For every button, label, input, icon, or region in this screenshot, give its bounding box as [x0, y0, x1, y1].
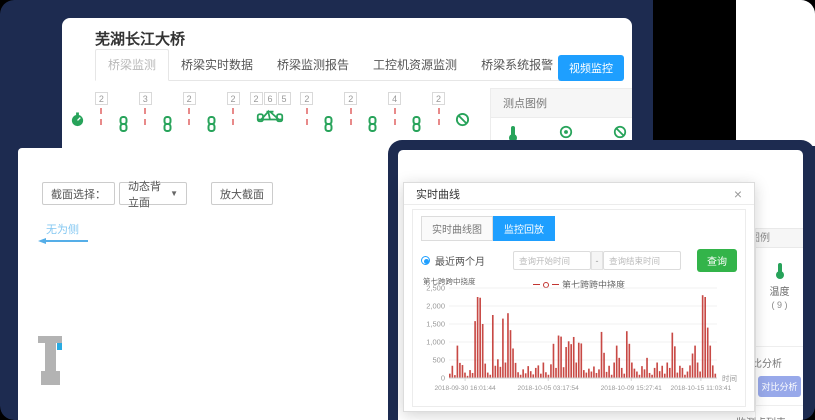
link-icon[interactable] [411, 116, 422, 132]
sensor-dash-line [232, 108, 234, 125]
sensor-cluster[interactable]: 265 [250, 92, 291, 128]
sensor-count-badge: 6 [264, 92, 277, 105]
tab-main-2[interactable]: 桥梁监测报告 [265, 50, 361, 80]
tab-main-4[interactable]: 桥梁系统报警 [469, 50, 565, 80]
video-monitor-button[interactable]: 视频监控 [558, 55, 624, 81]
sensor-count-badge: 4 [388, 92, 401, 105]
sensor-dash-line [394, 108, 396, 125]
sensor-count-badge: 5 [278, 92, 291, 105]
sensor-dash-line [100, 108, 102, 125]
sensor-marker[interactable]: 2 [344, 92, 357, 125]
date-range-separator: - [591, 251, 603, 270]
svg-text:1,000: 1,000 [426, 338, 445, 347]
svg-text:2018-10-09 15:27:41: 2018-10-09 15:27:41 [601, 385, 663, 392]
svg-text:2,000: 2,000 [426, 302, 445, 311]
tab-main-0[interactable]: 桥梁监测 [95, 49, 169, 81]
sensor-dash-line [144, 108, 146, 125]
svg-text:2018-10-15 11:03:41: 2018-10-15 11:03:41 [671, 385, 732, 392]
main-tabbar: 桥梁监测桥梁实时数据桥梁监测报告工控机资源监测桥梁系统报警 [95, 52, 560, 81]
recent-two-months-label: 最近两个月 [435, 253, 485, 268]
modal-tabbar: 实时曲线图监控回放 [421, 216, 745, 241]
stopwatch-icon[interactable] [70, 112, 85, 127]
realtime-curve-modal: 实时曲线 × 实时曲线图监控回放 最近两个月 - 查询 第七跨跨中挠度 第七跨跨… [403, 182, 755, 412]
page-title: 芜湖长江大桥 [95, 28, 185, 49]
sensor-strip: 23222652242 [70, 92, 470, 142]
section-select-label: 截面选择： [42, 182, 115, 205]
sensor-count-badge: 2 [95, 92, 108, 105]
temperature-legend-item[interactable]: 温度 ( 9 ) [756, 262, 803, 310]
svg-text:1,500: 1,500 [426, 320, 445, 329]
divider [756, 405, 803, 406]
divider [756, 346, 803, 347]
detail-legend-header: 测点图例 [756, 228, 803, 248]
tab-main-1[interactable]: 桥梁实时数据 [169, 50, 265, 80]
sensor-count-badge: 2 [250, 92, 263, 105]
svg-text:2,500: 2,500 [426, 284, 445, 293]
svg-text:2018-10-05 03:17:54: 2018-10-05 03:17:54 [518, 385, 580, 392]
modal-tab-1[interactable]: 监控回放 [493, 216, 555, 241]
sensor-count-badge: 2 [300, 92, 313, 105]
modal-tab-0[interactable]: 实时曲线图 [421, 216, 493, 241]
point-list-header: 监测点列表 [736, 414, 803, 420]
sensor-dash-line [350, 108, 352, 125]
query-start-time-input[interactable] [513, 251, 591, 270]
sensor-dash-line [438, 108, 440, 125]
close-icon[interactable]: × [734, 187, 742, 201]
link-icon[interactable] [323, 116, 334, 132]
caret-down-icon: ▼ [170, 189, 178, 198]
sensor-marker[interactable]: 3 [139, 92, 152, 125]
svg-text:0: 0 [441, 374, 445, 383]
direction-arrow-icon [38, 238, 88, 244]
link-icon[interactable] [367, 116, 378, 132]
sensor-count-badge: 2 [432, 92, 445, 105]
sensor-marker[interactable]: 2 [300, 92, 313, 125]
svg-text:500: 500 [432, 356, 445, 365]
link-icon[interactable] [118, 116, 129, 132]
section-select-dropdown[interactable]: 动态背立面 ▼ [119, 182, 187, 205]
deflection-chart: 第七跨跨中挠度05001,0001,5002,0002,5002018-09-3… [413, 276, 745, 404]
sensor-count-badge: 2 [227, 92, 240, 105]
detail-right-panel: 测点图例 温度 ( 9 ) 对比分析 对比分析 监测点列表 [755, 228, 803, 420]
sensor-count-badge: 3 [139, 92, 152, 105]
ban-icon[interactable] [455, 112, 470, 127]
bearing-truss-icon [256, 109, 284, 128]
modal-title: 实时曲线 [416, 186, 460, 202]
sensor-marker[interactable]: 2 [227, 92, 240, 125]
temperature-label: 温度 [770, 283, 790, 298]
sensor-marker[interactable]: 2 [183, 92, 196, 125]
sensor-marker[interactable]: 2 [432, 92, 445, 125]
sensor-count-badge: 2 [183, 92, 196, 105]
query-button[interactable]: 查询 [697, 249, 737, 272]
screenshot-canvas: 芜湖长江大桥 桥梁监测桥梁实时数据桥梁监测报告工控机资源监测桥梁系统报警 视频监… [0, 0, 815, 420]
bridge-side-label: 无为侧 [46, 221, 79, 237]
compare-analysis-button[interactable]: 对比分析 [758, 376, 801, 397]
modal-header: 实时曲线 × [404, 183, 754, 205]
thermometer-icon [774, 262, 786, 283]
chart-svg: 第七跨跨中挠度05001,0001,5002,0002,5002018-09-3… [413, 276, 747, 404]
modal-panel: 实时曲线图监控回放 最近两个月 - 查询 第七跨跨中挠度 第七跨跨中挠度0500… [412, 209, 746, 407]
temperature-count: ( 9 ) [771, 300, 787, 310]
legend-panel-title: 测点图例 [491, 88, 632, 118]
top-right-white-band [736, 0, 815, 146]
sensor-dash-line [188, 108, 190, 125]
section-controls: 截面选择： 动态背立面 ▼ 放大截面 [42, 182, 273, 205]
section-select-value: 动态背立面 [128, 178, 166, 210]
sensor-marker[interactable]: 4 [388, 92, 401, 125]
tab-main-3[interactable]: 工控机资源监测 [361, 50, 469, 80]
query-row: 最近两个月 - 查询 [421, 249, 737, 272]
query-end-time-input[interactable] [603, 251, 681, 270]
link-icon[interactable] [206, 116, 217, 132]
recent-two-months-radio[interactable] [421, 256, 430, 265]
sensor-count-badge: 2 [344, 92, 357, 105]
svg-text:2018-09-30 16:01:44: 2018-09-30 16:01:44 [434, 385, 496, 392]
sensor-marker[interactable]: 2 [95, 92, 108, 125]
top-right-black-band [653, 0, 736, 146]
zoom-section-button[interactable]: 放大截面 [211, 182, 273, 205]
link-icon[interactable] [162, 116, 173, 132]
svg-text:时间: 时间 [722, 373, 737, 383]
sensor-dash-line [306, 108, 308, 125]
